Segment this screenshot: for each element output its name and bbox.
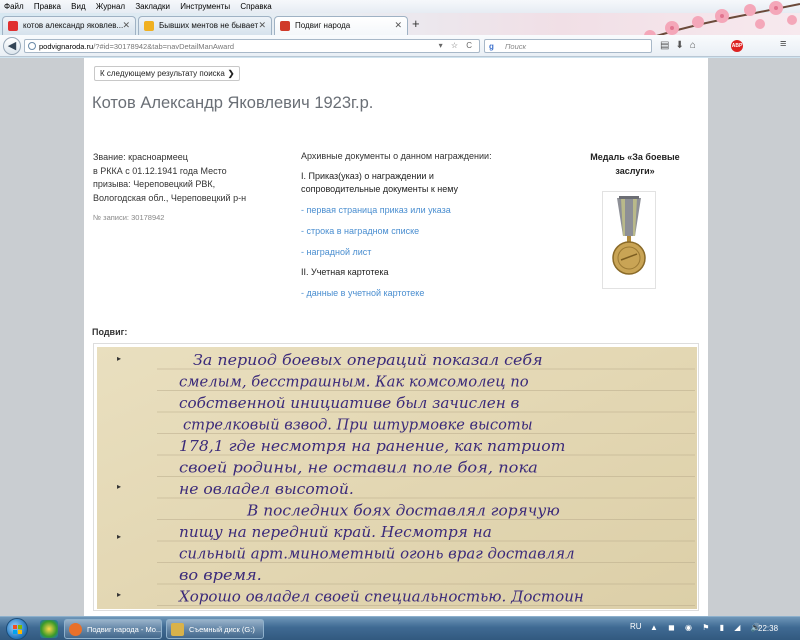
- podvig-icon: [280, 21, 290, 31]
- tab-forum[interactable]: Бывших ментов не бывает ✕: [138, 16, 272, 35]
- next-result-button[interactable]: К следующему результату поиска ❯: [94, 66, 241, 81]
- close-icon[interactable]: ✕: [258, 20, 266, 31]
- document-line: За период боевых операций показал себя: [193, 353, 543, 369]
- document-line: Хорошо овладел своей специальностью. Дос…: [178, 590, 584, 606]
- url-bar[interactable]: podvignaroda.ru/?#id=30178942&tab=navDet…: [24, 39, 480, 53]
- adblock-icon[interactable]: ABP: [731, 40, 743, 52]
- document-line: сильный арт.минометный огонь враг достав…: [179, 547, 575, 563]
- menu-history[interactable]: Журнал: [92, 0, 129, 11]
- new-tab-button[interactable]: +: [412, 16, 420, 31]
- margin-mark: ▸: [117, 532, 121, 541]
- page-viewport[interactable]: К следующему результату поиска ❯ Котов Ал…: [0, 58, 800, 616]
- archive-heading: Архивные документы о данном награждении:: [301, 151, 492, 161]
- menu-view[interactable]: Вид: [67, 0, 89, 11]
- task-explorer[interactable]: Съемный диск (G:): [166, 619, 264, 639]
- document-line: пищу на передний край. Несмотря на: [179, 525, 492, 541]
- document-line: своей родины, не оставил поле боя, пока: [179, 461, 538, 477]
- medal-title-line1: Медаль «За боевые: [590, 152, 680, 162]
- menu-tools[interactable]: Инструменты: [176, 0, 234, 11]
- tray-icons[interactable]: ▲ ◼ ◉ ⚑ ▮ ◢ 🔊: [650, 623, 765, 632]
- document-line: смелым, бесстрашным. Как комсомолец по: [179, 375, 529, 391]
- task-label: Съемный диск (G:): [189, 625, 255, 634]
- yandex-icon: [8, 21, 18, 31]
- chevron-right-icon: ❯: [227, 69, 235, 78]
- section-order-line1: I. Приказ(указ) о награждении и: [301, 171, 434, 181]
- person-name: Котов Александр Яковлевич 1923г.р.: [92, 94, 374, 112]
- document-line: собственной инициативе был зачислен в: [179, 396, 519, 412]
- next-result-label: К следующему результату поиска: [100, 69, 225, 78]
- url-path: /?#id=30178942&tab=navDetailManAward: [93, 42, 235, 51]
- margin-mark: ▸: [117, 482, 121, 491]
- handwritten-document: За период боевых операций показал себя см…: [97, 347, 697, 609]
- record-number: № записи: 30178942: [93, 213, 165, 222]
- medal-icon: [612, 196, 646, 275]
- region-line: Вологодская обл., Череповецкий р-н: [93, 192, 247, 203]
- windows-logo-icon: [13, 625, 22, 634]
- menu-bar: Файл Правка Вид Журнал Закладки Инструме…: [0, 0, 800, 13]
- link-first-page[interactable]: - первая страница приказ или указа: [301, 205, 451, 215]
- page-content: К следующему результату поиска ❯ Котов Ал…: [84, 58, 708, 616]
- back-button[interactable]: ◀: [3, 37, 21, 55]
- rank-line: Звание: красноармеец: [93, 152, 188, 162]
- tab-label: Подвиг народа: [295, 21, 351, 30]
- start-button[interactable]: [6, 618, 28, 640]
- menu-edit[interactable]: Правка: [30, 0, 65, 11]
- search-input[interactable]: g Поиск: [484, 39, 652, 53]
- margin-mark: ▸: [117, 354, 121, 363]
- menu-file[interactable]: Файл: [0, 0, 28, 11]
- language-indicator[interactable]: RU: [630, 622, 642, 631]
- task-label: Подвиг народа - Mo...: [87, 625, 162, 634]
- menu-bookmarks[interactable]: Закладки: [131, 0, 174, 11]
- close-icon[interactable]: ✕: [122, 20, 130, 31]
- menu-help[interactable]: Справка: [236, 0, 275, 11]
- link-card-data[interactable]: - данные в учетной картотеке: [301, 288, 424, 298]
- close-icon[interactable]: ✕: [394, 20, 402, 31]
- medal-title: Медаль «За боевые заслуги»: [560, 151, 708, 178]
- reload-icon[interactable]: ▾ ☆ C: [439, 41, 475, 50]
- windows-taskbar: Подвиг народа - Mo... Съемный диск (G:) …: [0, 616, 800, 640]
- margin-mark: ▸: [117, 590, 121, 599]
- medal-title-line2: заслуги»: [615, 165, 655, 176]
- firefox-icon: [69, 623, 82, 636]
- chrome-pinned-icon[interactable]: [40, 620, 58, 638]
- hamburger-menu-icon[interactable]: ≡: [780, 38, 786, 50]
- tab-search-results[interactable]: котов александр яковлев... ✕: [2, 16, 136, 35]
- document-line: во время.: [179, 568, 262, 584]
- toolbar-icons[interactable]: ▤⬇⌂: [660, 40, 702, 51]
- service-info: Звание: красноармеец в РККА с 01.12.1941…: [93, 151, 283, 205]
- link-award-list-row[interactable]: - строка в наградном списке: [301, 226, 419, 236]
- document-line: не овладел высотой.: [179, 482, 354, 498]
- tab-label: котов александр яковлев...: [23, 21, 124, 30]
- section-card-index: II. Учетная картотека: [301, 267, 389, 277]
- link-award-sheet[interactable]: - наградной лист: [301, 247, 371, 257]
- medal-image[interactable]: [602, 191, 656, 289]
- document-line: В последних боях доставлял горячую: [246, 504, 560, 520]
- document-line: стрелковый взвод. При штурмовке высоты: [183, 418, 533, 434]
- task-firefox[interactable]: Подвиг народа - Mo...: [64, 619, 162, 639]
- globe-icon: [28, 42, 36, 50]
- award-sheet-scan[interactable]: За период боевых операций показал себя см…: [93, 343, 699, 611]
- tab-podvig-naroda[interactable]: Подвиг народа ✕: [274, 16, 408, 35]
- search-placeholder: Поиск: [505, 42, 527, 51]
- navigation-bar: ◀ podvignaroda.ru/?#id=30178942&tab=navD…: [0, 35, 800, 57]
- section-order-line2: сопроводительные документы к нему: [301, 184, 459, 194]
- draft-place-line: призыва: Череповецкий РВК,: [93, 179, 216, 189]
- folder-icon: [171, 623, 184, 636]
- service-start-line: в РККА с 01.12.1941 года Место: [93, 165, 227, 176]
- google-icon: g: [489, 42, 494, 51]
- document-line: 178,1 где несмотря на ранение, как патри…: [179, 439, 565, 455]
- feat-label: Подвиг:: [92, 327, 128, 337]
- clock[interactable]: 22:38: [758, 624, 778, 633]
- tab-label: Бывших ментов не бывает: [159, 21, 259, 30]
- url-host: podvignaroda.ru: [39, 42, 94, 51]
- forum-icon: [144, 21, 154, 31]
- tab-strip: котов александр яковлев... ✕ Бывших мент…: [0, 13, 800, 35]
